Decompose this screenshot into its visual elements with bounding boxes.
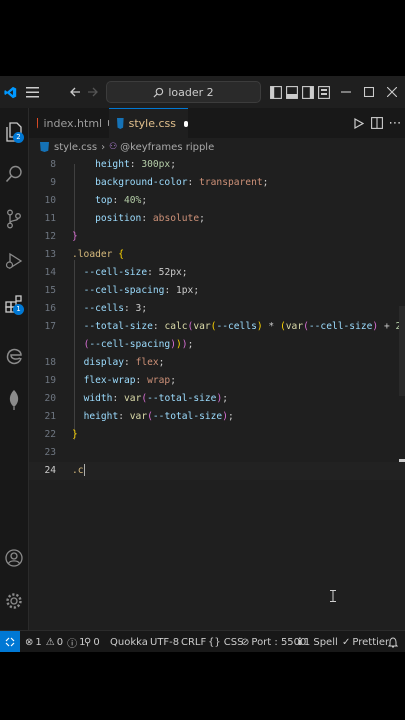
code-line: 19 flex-wrap: wrap; [44, 375, 176, 386]
info-icon: ⓘ [67, 638, 78, 650]
unsaved-dot-icon [184, 120, 188, 127]
chevron-right-icon: › [101, 141, 106, 153]
code-editor[interactable]: 8 height: 300px; 9 background-color: tra… [29, 156, 405, 640]
maximize-icon[interactable] [360, 80, 378, 104]
code-line: 18 display: flex; [44, 357, 165, 368]
run-play-icon[interactable] [351, 108, 367, 138]
activity-bar: 2 1 [0, 108, 29, 640]
extensions-badge: 1 [13, 304, 24, 315]
editor-tab-bar: index.html style.css ⋯ [29, 108, 405, 139]
back-arrow-icon[interactable] [66, 80, 84, 104]
css3-icon [40, 142, 49, 152]
symbol-icon: ⚇ [109, 142, 118, 152]
spell-icon: ℹ [298, 636, 302, 648]
remote-indicator-icon[interactable] [0, 631, 20, 652]
scrollbar-cursor-marker [399, 459, 405, 462]
code-line: 23 [44, 447, 56, 458]
explorer-icon[interactable]: 2 [0, 122, 28, 143]
double-check-icon: ✓ [342, 636, 351, 648]
code-line: (--cell-spacing))); [83, 339, 194, 350]
code-line: 11 position: absolute; [44, 213, 205, 224]
breadcrumb-file[interactable]: style.css [54, 142, 97, 153]
command-center-label: loader 2 [168, 85, 214, 99]
current-code-line: 24 .c [29, 462, 405, 480]
live-server-status[interactable]: ⊘ Port : 5500 [241, 631, 306, 652]
close-icon[interactable] [383, 80, 401, 104]
run-debug-icon[interactable] [0, 252, 28, 270]
ibeam-cursor-icon [330, 587, 336, 602]
eol-status[interactable]: CRLF [181, 631, 206, 652]
leaf-extension-icon[interactable] [0, 389, 28, 411]
extensions-icon[interactable]: 1 [0, 295, 28, 315]
account-icon[interactable] [0, 549, 28, 567]
breadcrumb: style.css › ⚇ @keyframes ripple [29, 138, 405, 156]
breadcrumb-symbol[interactable]: @keyframes ripple [120, 142, 214, 153]
notifications-bell-icon[interactable] [388, 631, 398, 652]
error-count: 1 [35, 636, 42, 648]
code-line: 10 top: 40%; [44, 195, 148, 206]
explorer-badge: 2 [13, 132, 24, 143]
vscode-logo-icon [0, 80, 20, 104]
problems-status[interactable]: ⊗ 1 ⚠ 0 ⓘ 1 [25, 631, 85, 652]
tab-style-css[interactable]: style.css [109, 108, 188, 138]
code-line: 15 --cell-spacing: 1px; [44, 285, 200, 296]
radio-tower-icon: ⚲ [84, 636, 92, 648]
broadcast-icon: ⊘ [241, 636, 250, 648]
encoding-status[interactable]: UTF-8 [150, 631, 179, 652]
more-actions-icon[interactable]: ⋯ [387, 108, 403, 138]
quokka-status[interactable]: Quokka [110, 631, 148, 652]
code-line: 8 height: 300px; [50, 159, 176, 170]
tab-label: index.html [43, 116, 103, 130]
forward-arrow-icon[interactable] [84, 80, 102, 104]
text-cursor [83, 464, 85, 476]
code-line: 16 --cells: 3; [44, 303, 148, 314]
status-bar: ⊗ 1 ⚠ 0 ⓘ 1 ⚲ 0 Quokka UTF-8 CRLF {} CSS… [0, 630, 405, 652]
spell-status[interactable]: ℹ 1 Spell [298, 631, 338, 652]
vscode-window: loader 2 2 1 index.html style.css ⋯ styl… [0, 76, 405, 652]
code-line: 14 --cell-size: 52px; [44, 267, 188, 278]
html5-icon [37, 117, 39, 129]
code-line: 21 height: var(--total-size); [44, 411, 234, 422]
toggle-primary-sidebar-icon[interactable] [268, 80, 284, 104]
code-line: 13 .loader { [44, 249, 124, 260]
code-line: 9 background-color: transparent; [50, 177, 269, 188]
ports-count: 0 [93, 636, 100, 648]
code-line: 20 width: var(--total-size); [44, 393, 228, 404]
prettier-label: Prettier [352, 636, 390, 648]
error-icon: ⊗ [25, 636, 34, 648]
title-bar: loader 2 [0, 76, 405, 109]
toggle-secondary-sidebar-icon[interactable] [300, 80, 316, 104]
warning-count: 0 [56, 636, 64, 648]
toggle-panel-icon[interactable] [284, 80, 300, 104]
spell-label: 1 Spell [303, 636, 338, 648]
search-icon [153, 87, 164, 98]
prettier-status[interactable]: ✓ Prettier [342, 631, 389, 652]
manage-gear-icon[interactable] [0, 592, 28, 610]
scrollbar-thumb[interactable] [399, 306, 405, 396]
warning-icon: ⚠ [45, 636, 55, 648]
code-line: 22} [44, 429, 78, 440]
source-control-icon[interactable] [0, 209, 28, 229]
edge-devtools-icon[interactable] [0, 347, 28, 365]
code-line: 17 --total-size: calc(var(--cells) * (va… [44, 321, 401, 332]
css3-icon [117, 118, 124, 129]
code-line: 12} [44, 231, 78, 242]
ports-status[interactable]: ⚲ 0 [84, 631, 100, 652]
customize-layout-icon[interactable] [316, 80, 332, 104]
tab-index-html[interactable]: index.html [29, 108, 109, 138]
search-icon[interactable] [0, 165, 28, 183]
command-center[interactable]: loader 2 [106, 81, 261, 103]
braces-icon: {} [208, 636, 221, 648]
minimize-icon[interactable] [337, 80, 355, 104]
split-editor-icon[interactable] [369, 108, 385, 138]
tab-label: style.css [128, 117, 177, 130]
menu-icon[interactable] [22, 80, 42, 104]
language-status[interactable]: {} CSS [208, 631, 243, 652]
